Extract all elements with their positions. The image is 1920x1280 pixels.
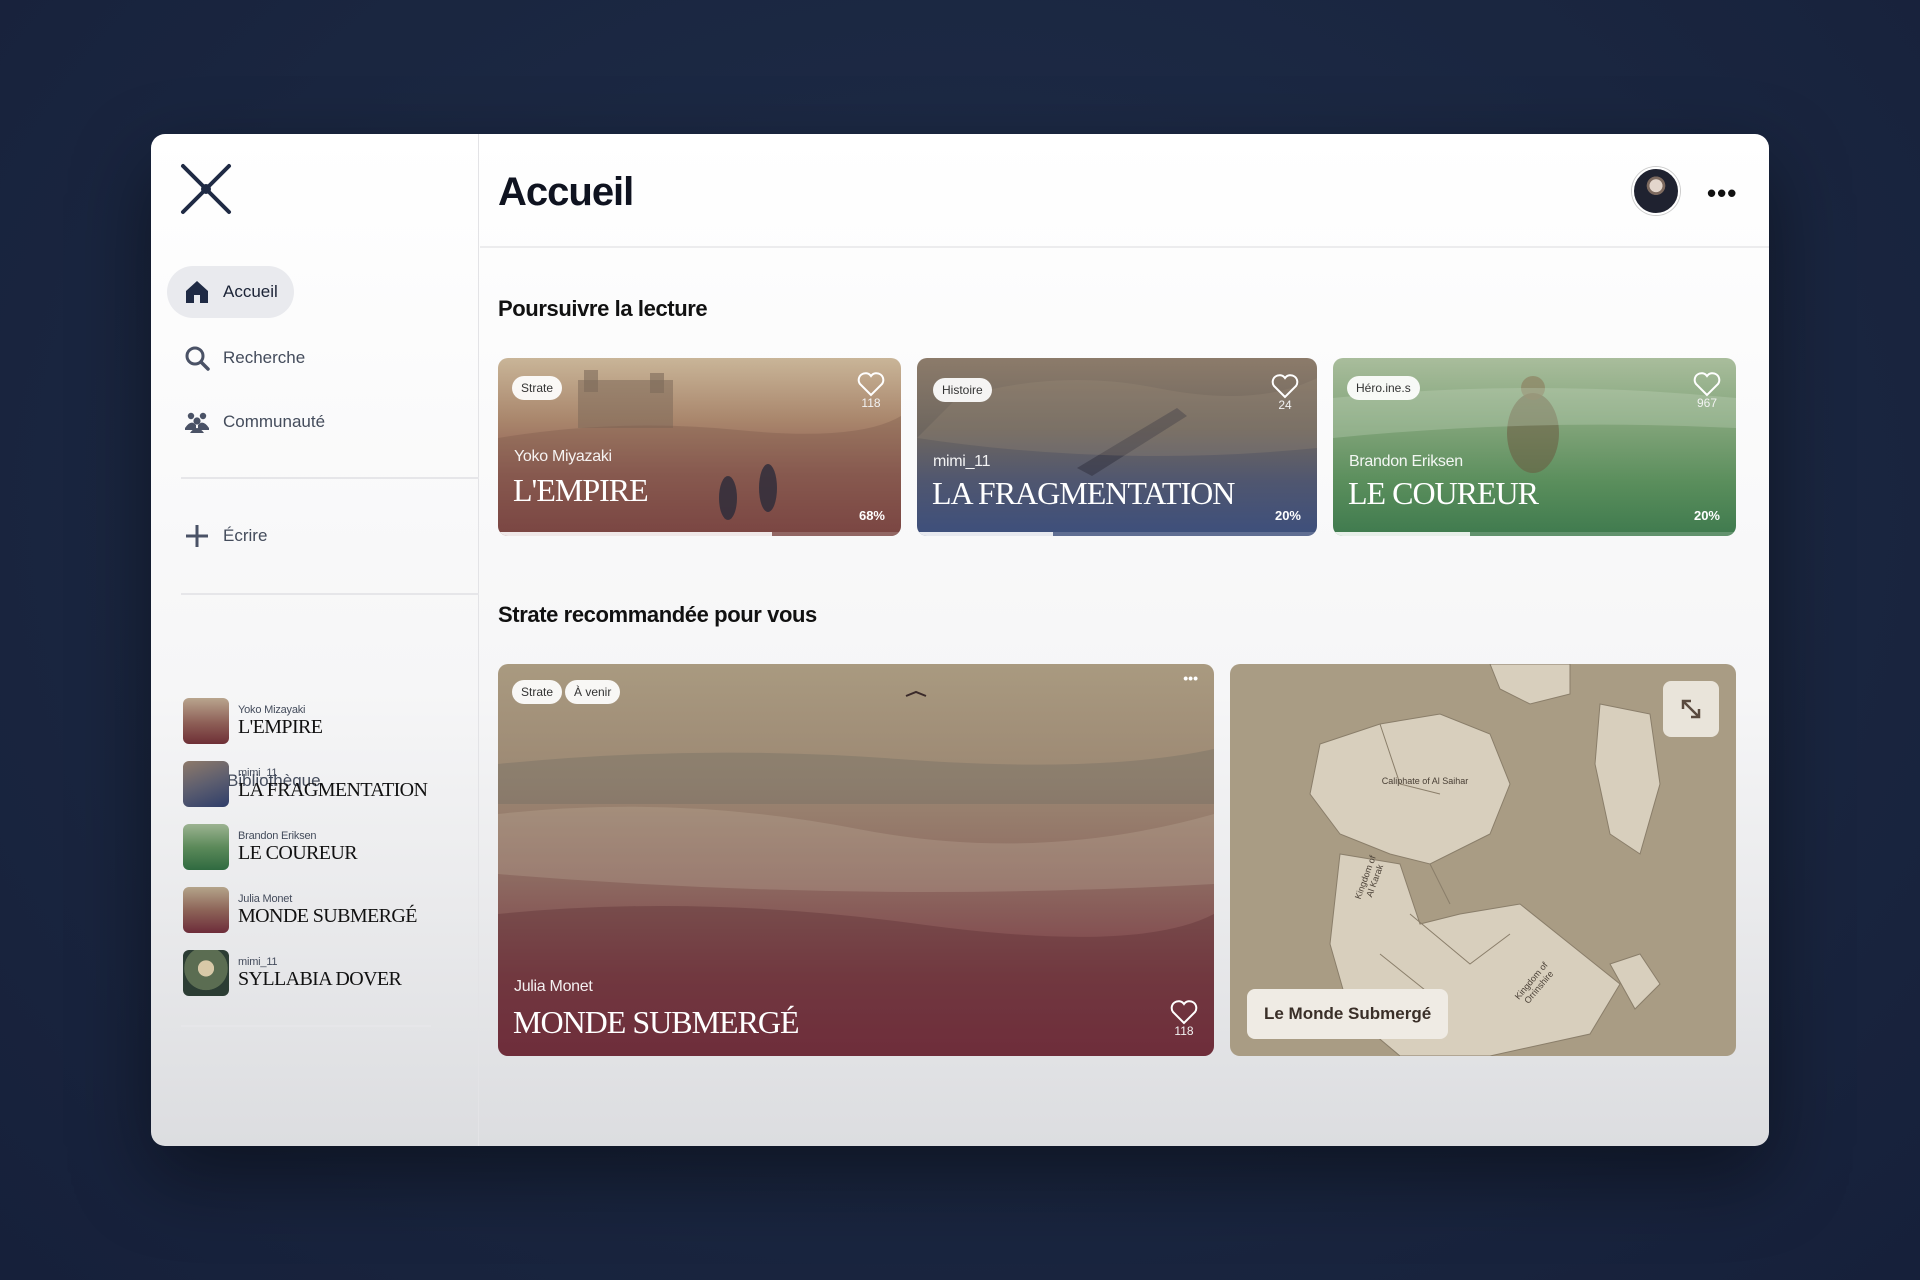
reading-card[interactable]: Histoire 24 mimi_11 LA FRAGMENTATION 20% — [917, 358, 1317, 536]
avatar[interactable] — [1632, 167, 1680, 215]
progress-percent: 20% — [1274, 508, 1301, 523]
app-window: Accueil Recherche Communauté Écrire Bibl… — [151, 134, 1769, 1146]
sidebar-item-label: Communauté — [223, 412, 326, 431]
page-title: Accueil — [498, 170, 634, 214]
map-name-chip[interactable]: Le Monde Submergé — [1247, 989, 1449, 1039]
like-count: 118 — [861, 396, 881, 410]
sidebar-item-label: Écrire — [223, 526, 268, 545]
strate-tag: Strate — [512, 680, 563, 704]
library-item-title: L'EMPIRE — [238, 716, 323, 738]
library-item[interactable]: mimi_11 LA FRAGMENTATION — [183, 761, 428, 807]
genre-tag: Héro.ine.s — [1347, 376, 1420, 400]
like-count: 967 — [1696, 396, 1718, 410]
library-item-author: mimi_11 — [238, 767, 278, 779]
sidebar-divider — [181, 593, 479, 595]
heart-icon[interactable] — [1170, 999, 1198, 1025]
progress-bar — [1333, 532, 1471, 536]
card-title: L'EMPIRE — [513, 472, 649, 508]
sidebar-item-community[interactable]: Communauté — [167, 396, 341, 448]
home-icon — [186, 281, 208, 303]
progress-percent: 20% — [1693, 508, 1720, 523]
genre-tag: Strate — [512, 376, 563, 400]
genre-tag: Histoire — [933, 378, 992, 402]
card-author: mimi_11 — [933, 453, 991, 470]
recommended-card[interactable]: Strate À venir ••• Julia Monet MONDE SUB… — [498, 664, 1214, 1056]
library-item-title: LE COUREUR — [238, 842, 358, 864]
library-item[interactable]: Yoko Mizayaki L'EMPIRE — [183, 698, 323, 744]
like-count: 24 — [1278, 398, 1292, 412]
library-item-author: Julia Monet — [238, 893, 293, 905]
like-count: 118 — [1174, 1024, 1194, 1038]
section-title-continue: Poursuivre la lecture — [498, 296, 708, 321]
library-item[interactable]: Brandon Eriksen LE COUREUR — [183, 824, 358, 870]
card-author: Yoko Miyazaki — [514, 448, 612, 465]
library-item-author: Brandon Eriksen — [238, 830, 317, 842]
expand-map-button[interactable] — [1663, 681, 1719, 737]
community-icon — [185, 412, 209, 433]
sidebar-item-search[interactable]: Recherche — [167, 332, 321, 384]
upcoming-tag: À venir — [565, 680, 621, 704]
sidebar-item-write[interactable]: Écrire — [167, 510, 283, 562]
library-item-author: Yoko Mizayaki — [238, 704, 306, 716]
book-thumbnail — [183, 887, 229, 933]
card-menu-button[interactable]: ••• — [1183, 670, 1198, 686]
card-illustration — [498, 690, 1214, 1056]
book-thumbnail — [183, 698, 229, 744]
search-icon — [185, 346, 210, 371]
card-author: Brandon Eriksen — [1349, 453, 1463, 470]
map-card[interactable]: Caliphate of Al Saihar Kingdom of Al Kar… — [1230, 664, 1736, 1056]
book-thumbnail — [183, 761, 229, 807]
more-options-button[interactable]: ••• — [1707, 178, 1737, 209]
heart-icon[interactable] — [1271, 373, 1299, 399]
heart-icon[interactable] — [857, 371, 885, 397]
sidebar-divider — [181, 1025, 431, 1027]
header-divider — [480, 246, 1769, 248]
library-item-title: LA FRAGMENTATION — [238, 779, 428, 801]
book-thumbnail — [183, 824, 229, 870]
sidebar-item-label: Accueil — [223, 282, 278, 301]
heart-icon[interactable] — [1693, 371, 1721, 397]
sidebar-divider — [181, 477, 479, 479]
card-title: LA FRAGMENTATION — [932, 475, 1235, 511]
sidebar: Accueil Recherche Communauté Écrire Bibl… — [151, 134, 479, 1146]
card-title: LE COUREUR — [1348, 475, 1539, 511]
book-thumbnail — [183, 950, 229, 996]
progress-bar — [498, 532, 773, 536]
card-title: MONDE SUBMERGÉ — [513, 1004, 800, 1040]
library-item[interactable]: Julia Monet MONDE SUBMERGÉ — [183, 887, 417, 933]
library-item-title: MONDE SUBMERGÉ — [238, 905, 417, 927]
sidebar-item-label: Recherche — [223, 348, 306, 367]
library-item-title: SYLLABIA DOVER — [238, 968, 402, 990]
expand-icon — [1681, 699, 1701, 719]
sidebar-item-home[interactable]: Accueil — [167, 266, 294, 318]
progress-bar — [917, 532, 1053, 536]
map-label: Caliphate of Al Saihar — [1381, 776, 1469, 786]
app-logo-icon[interactable] — [179, 162, 233, 216]
card-author: Julia Monet — [514, 978, 593, 995]
progress-percent: 68% — [858, 508, 885, 523]
library-item[interactable]: mimi_11 SYLLABIA DOVER — [183, 950, 402, 996]
plus-icon — [186, 525, 208, 547]
library-item-author: mimi_11 — [238, 956, 278, 968]
reading-card[interactable]: Héro.ine.s 967 Brandon Eriksen LE COUREU… — [1333, 358, 1736, 536]
reading-card[interactable]: Strate 118 Yoko Miyazaki L'EMPIRE 68% — [498, 358, 901, 536]
section-title-recommended: Strate recommandée pour vous — [498, 602, 817, 627]
